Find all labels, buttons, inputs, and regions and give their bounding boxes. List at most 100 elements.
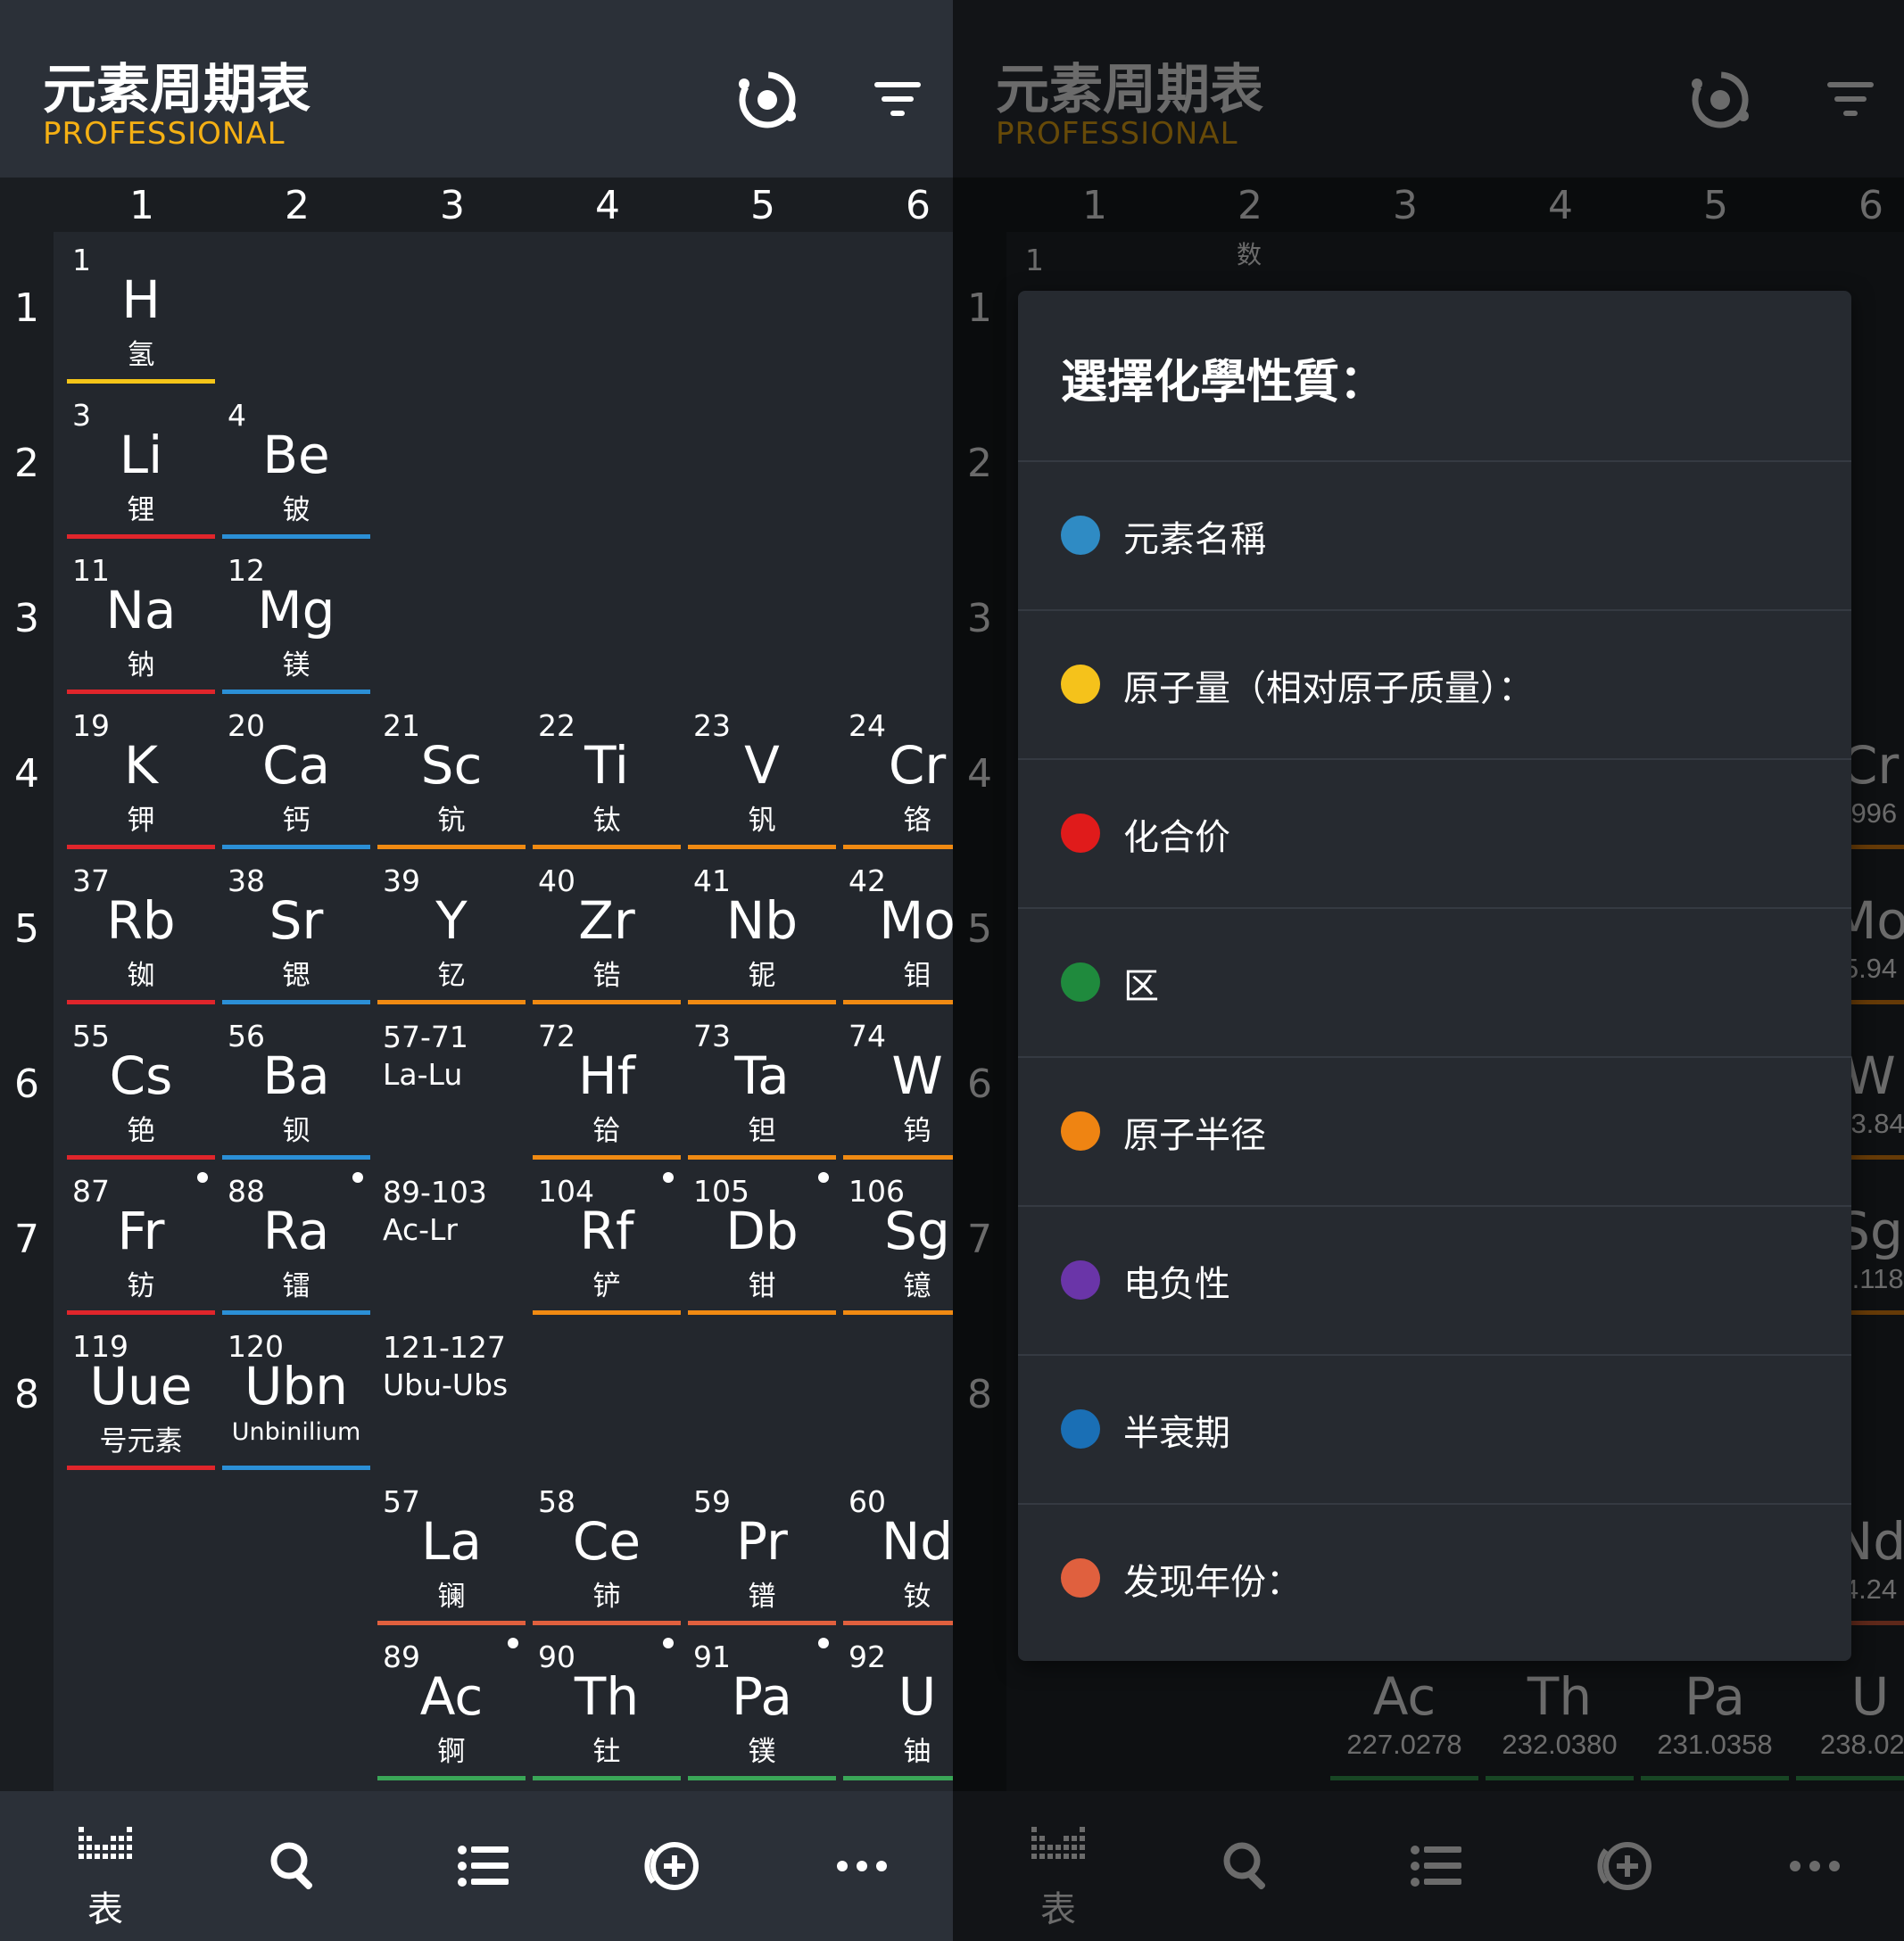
app-title: 元素周期表 — [43, 59, 310, 121]
element-cell[interactable]: 23 V 钒 — [686, 698, 838, 849]
element-cell[interactable]: 37 Rb 铷 — [65, 853, 217, 1004]
category-bar — [222, 1000, 370, 1004]
radioactive-dot — [818, 1172, 829, 1183]
element-cell[interactable]: 1H氢 — [65, 232, 217, 384]
element-symbol: Db — [725, 1201, 799, 1261]
element-cell[interactable]: 24 Cr 铬 — [841, 698, 953, 849]
element-cell[interactable]: 88 Ra 镭 — [220, 1163, 372, 1315]
element-cell[interactable]: 20 Ca 钙 — [220, 698, 372, 849]
element-symbol: Y — [435, 890, 468, 951]
nav-item-search[interactable] — [200, 1791, 389, 1941]
property-option[interactable]: 区 — [1018, 907, 1851, 1055]
element-name: 锶 — [282, 960, 310, 992]
element-cell[interactable]: 105 Db 钳 — [686, 1163, 838, 1315]
element-cell[interactable]: 40 Zr 锆 — [531, 853, 683, 1004]
element-name: 钫 — [127, 1270, 155, 1302]
element-symbol: Ce — [572, 1511, 642, 1572]
element-cell[interactable]: 55 Cs 铯 — [65, 1008, 217, 1160]
element-cell[interactable]: 74 W 钨 — [841, 1008, 953, 1160]
series-range-label: 57-71 La-Lu — [383, 1019, 468, 1094]
category-bar — [688, 1776, 836, 1780]
category-bar — [688, 1310, 836, 1315]
property-option[interactable]: 半衰期 — [1018, 1354, 1851, 1502]
element-name: 钒 — [748, 805, 776, 837]
nav-item-list[interactable] — [389, 1791, 578, 1941]
element-cell[interactable]: 59 Pr 镨 — [686, 1474, 838, 1625]
element-cell[interactable]: 22 Ti 钛 — [531, 698, 683, 849]
element-symbol: Cr — [888, 735, 947, 796]
element-cell[interactable]: 57 La 镧 — [376, 1474, 527, 1625]
element-cell[interactable]: 3 Li 锂 — [65, 387, 217, 539]
element-cell[interactable]: 72 Hf 铪 — [531, 1008, 683, 1160]
property-picker-screen: 元素周期表 PROFESSIONAL 123456 12345678 1数Ac2… — [953, 0, 1904, 1941]
element-name: 铈 — [592, 1581, 621, 1613]
element-symbol: Pa — [732, 1666, 792, 1727]
category-bar — [222, 1466, 370, 1470]
element-cell[interactable]: 21 Sc 钪 — [376, 698, 527, 849]
element-symbol: W — [891, 1045, 943, 1106]
element-cell[interactable]: 41 Nb 铌 — [686, 853, 838, 1004]
element-cell[interactable]: 38 Sr 锶 — [220, 853, 372, 1004]
element-symbol: K — [123, 735, 159, 796]
property-option[interactable]: 原子半径 — [1018, 1056, 1851, 1204]
element-cell[interactable]: 91 Pa 镤 — [686, 1629, 838, 1780]
element-cell[interactable]: 90 Th 钍 — [531, 1629, 683, 1780]
radioactive-dot — [508, 1638, 518, 1648]
property-option[interactable]: 元素名稱 — [1018, 460, 1851, 608]
element-cell[interactable]: 119 Uue 号元素 — [65, 1318, 217, 1470]
option-label: 半衰期 — [1123, 1413, 1230, 1454]
nav-item-add-atom[interactable] — [578, 1791, 767, 1941]
element-name: 钨 — [903, 1115, 931, 1147]
element-symbol: Rf — [579, 1201, 634, 1261]
nav-label: 表 — [87, 1889, 123, 1930]
category-bar — [843, 1310, 953, 1315]
category-bar — [688, 1621, 836, 1625]
element-name: 钾 — [127, 805, 155, 837]
category-bar — [67, 1466, 215, 1470]
element-cell[interactable]: 73 Ta 钽 — [686, 1008, 838, 1160]
atom-orbit-icon[interactable] — [732, 64, 803, 136]
series-range-cell[interactable]: 89-103 Ac-Lr — [376, 1163, 527, 1315]
property-option[interactable]: 电负性 — [1018, 1205, 1851, 1353]
element-cell[interactable]: 92 U 铀 — [841, 1629, 953, 1780]
color-dot — [1061, 1409, 1100, 1449]
element-cell[interactable]: 11 Na 钠 — [65, 542, 217, 694]
category-bar — [533, 1155, 681, 1160]
element-symbol: La — [421, 1511, 482, 1572]
element-cell[interactable]: 42 Mo 钼 — [841, 853, 953, 1004]
nav-item-more[interactable] — [767, 1791, 953, 1941]
nav-item-table-grid[interactable]: 表 — [11, 1791, 200, 1941]
element-cell[interactable]: 58 Ce 铈 — [531, 1474, 683, 1625]
element-cell[interactable]: 19 K 钾 — [65, 698, 217, 849]
element-cell[interactable]: 39 Y 钇 — [376, 853, 527, 1004]
element-cell[interactable]: 56 Ba 钡 — [220, 1008, 372, 1160]
option-label: 发现年份： — [1123, 1562, 1302, 1603]
category-bar — [533, 845, 681, 849]
element-name: 铲 — [592, 1270, 621, 1302]
category-bar — [222, 845, 370, 849]
radioactive-dot — [197, 1172, 208, 1183]
series-range-cell[interactable]: 57-71 La-Lu — [376, 1008, 527, 1160]
category-bar — [533, 1310, 681, 1315]
element-name: 钍 — [592, 1736, 621, 1768]
property-option[interactable]: 化合价 — [1018, 758, 1851, 906]
element-cell[interactable]: 87 Fr 钫 — [65, 1163, 217, 1315]
category-bar — [67, 690, 215, 694]
series-range-label: 89-103 Ac-Lr — [383, 1174, 487, 1249]
element-cell[interactable]: 60 Nd 钕 — [841, 1474, 953, 1625]
element-cell[interactable]: 12 Mg 镁 — [220, 542, 372, 694]
element-cell[interactable]: 4 Be 铍 — [220, 387, 372, 539]
property-option[interactable]: 原子量（相对原子质量）： — [1018, 609, 1851, 757]
property-option[interactable]: 发现年份： — [1018, 1503, 1851, 1651]
element-cell[interactable]: 89 Ac 锕 — [376, 1629, 527, 1780]
element-cell[interactable]: 106 Sg 镱 — [841, 1163, 953, 1315]
series-range-cell[interactable]: 121-127 Ubu-Ubs — [376, 1318, 527, 1470]
category-bar — [843, 1776, 953, 1780]
filter-icon[interactable] — [862, 64, 933, 136]
element-name: 铪 — [592, 1115, 621, 1147]
color-dot — [1061, 962, 1100, 1002]
option-label: 化合价 — [1123, 817, 1230, 858]
element-cell[interactable]: 104 Rf 铲 — [531, 1163, 683, 1315]
element-cell[interactable]: 120 Ubn Unbinilium — [220, 1318, 372, 1470]
category-bar — [843, 1155, 953, 1160]
